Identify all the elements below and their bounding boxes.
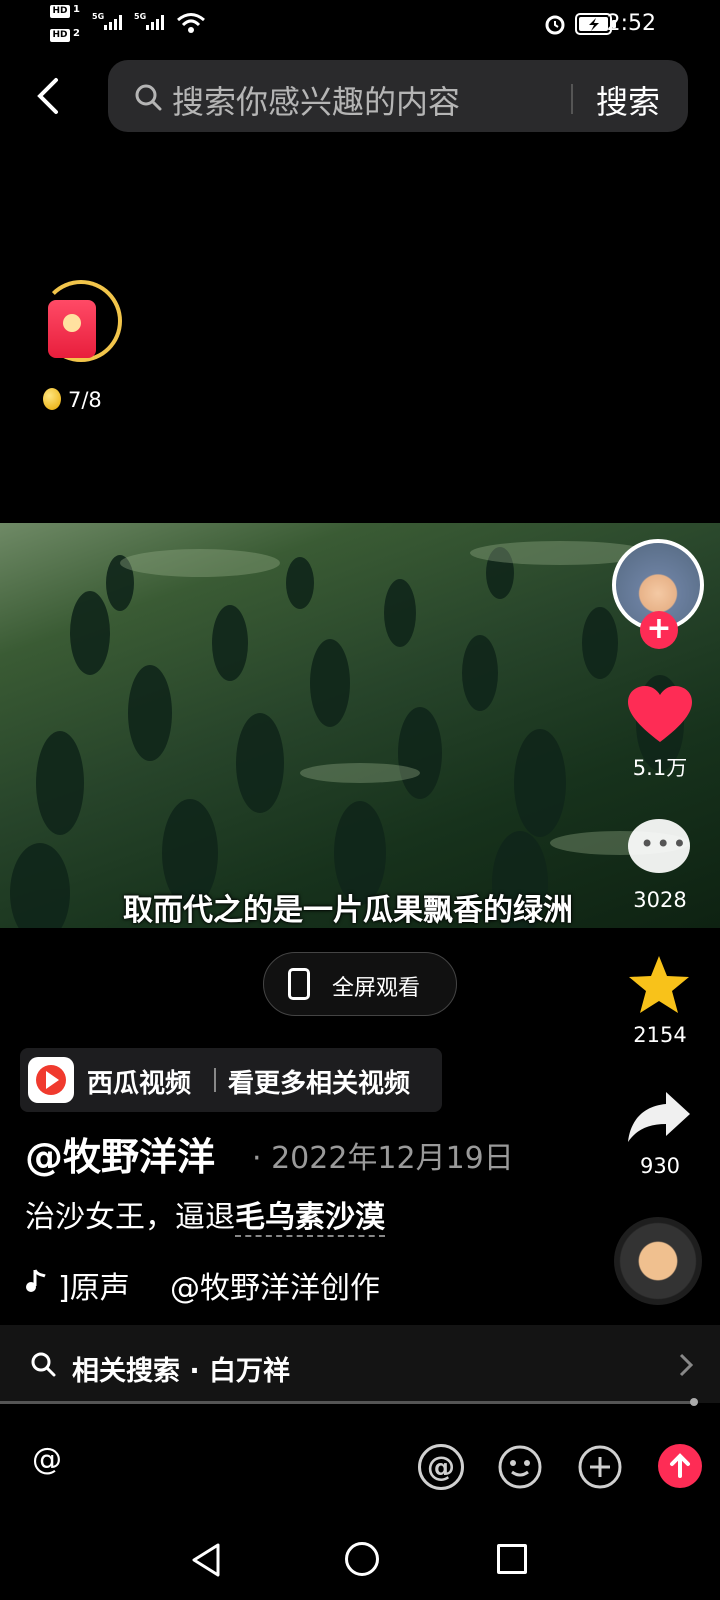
- xigua-name: 西瓜视频: [87, 1069, 192, 1099]
- video-progress-handle[interactable]: [690, 1398, 698, 1406]
- sim-1-number: 1: [73, 4, 80, 15]
- search-input[interactable]: 搜索你感兴趣的内容: [172, 77, 460, 123]
- hd-badge-2: HD: [50, 29, 70, 42]
- emoji-icon[interactable]: [497, 1444, 543, 1490]
- post-description: 治沙女王，逼退毛乌素沙漠: [25, 1192, 385, 1237]
- author-name[interactable]: @牧野洋洋: [25, 1126, 215, 1181]
- comment-input[interactable]: @: [32, 1442, 62, 1477]
- nav-recents-icon[interactable]: [497, 1544, 527, 1574]
- send-button[interactable]: [658, 1444, 702, 1488]
- hd-badge-1: HD: [50, 5, 70, 18]
- like-heart-icon[interactable]: [626, 684, 694, 746]
- xigua-divider: [214, 1068, 216, 1092]
- chevron-right-icon: [679, 1353, 694, 1377]
- music-disc[interactable]: [614, 1217, 702, 1305]
- signal-icon: [146, 14, 164, 30]
- rotate-phone-icon: [288, 968, 310, 1000]
- music-author[interactable]: @牧野洋洋创作: [170, 1263, 380, 1307]
- clock: 2:52: [606, 11, 656, 36]
- wifi-icon: [177, 13, 205, 33]
- back-arrow-icon[interactable]: [34, 76, 64, 116]
- gold-coin-icon: [43, 388, 61, 410]
- search-icon: [31, 1352, 56, 1377]
- add-plus-icon[interactable]: [577, 1444, 623, 1490]
- related-search-label: 相关搜索 · 白万祥: [72, 1356, 291, 1387]
- description-search-link[interactable]: 毛乌素沙漠: [235, 1200, 385, 1237]
- music-note-icon: [26, 1269, 46, 1292]
- fullscreen-label: 全屏观看: [332, 976, 421, 1001]
- search-icon: [135, 84, 162, 111]
- video-progress-bar[interactable]: [0, 1401, 696, 1404]
- play-icon: [46, 1071, 59, 1089]
- music-title[interactable]: ]原声: [58, 1263, 130, 1307]
- status-bar: HD 1 HD 2 5G 5G 2:52: [0, 0, 720, 50]
- share-arrow-icon[interactable]: [626, 1090, 692, 1144]
- video-subtitle: 取而代之的是一片瓜果飘香的绿洲: [123, 893, 573, 928]
- reward-count: 7/8: [68, 388, 102, 412]
- mention-at-icon[interactable]: @: [418, 1444, 464, 1490]
- alarm-icon: [545, 15, 565, 35]
- description-text: 治沙女王，逼退: [25, 1200, 235, 1235]
- xigua-more-link[interactable]: 看更多相关视频: [228, 1063, 410, 1100]
- signal-icon: [104, 14, 122, 30]
- comment-count: 3028: [633, 888, 687, 912]
- red-packet-seal: [63, 314, 81, 332]
- nav-back-icon[interactable]: [190, 1542, 222, 1578]
- share-count: 930: [639, 1154, 681, 1178]
- sim-2-number: 2: [73, 28, 80, 39]
- post-date: · 2022年12月19日: [252, 1141, 514, 1176]
- like-count: 5.1万: [632, 756, 688, 780]
- follow-plus-button[interactable]: +: [640, 611, 678, 649]
- search-divider: [571, 84, 573, 114]
- comment-dots-icon: •••: [640, 830, 689, 858]
- favorite-star-icon[interactable]: [627, 954, 691, 1016]
- search-button[interactable]: 搜索: [596, 77, 660, 123]
- network-type-1: 5G: [92, 12, 105, 21]
- network-type-2: 5G: [134, 12, 147, 21]
- nav-home-icon[interactable]: [345, 1542, 379, 1576]
- favorite-count: 2154: [633, 1023, 687, 1047]
